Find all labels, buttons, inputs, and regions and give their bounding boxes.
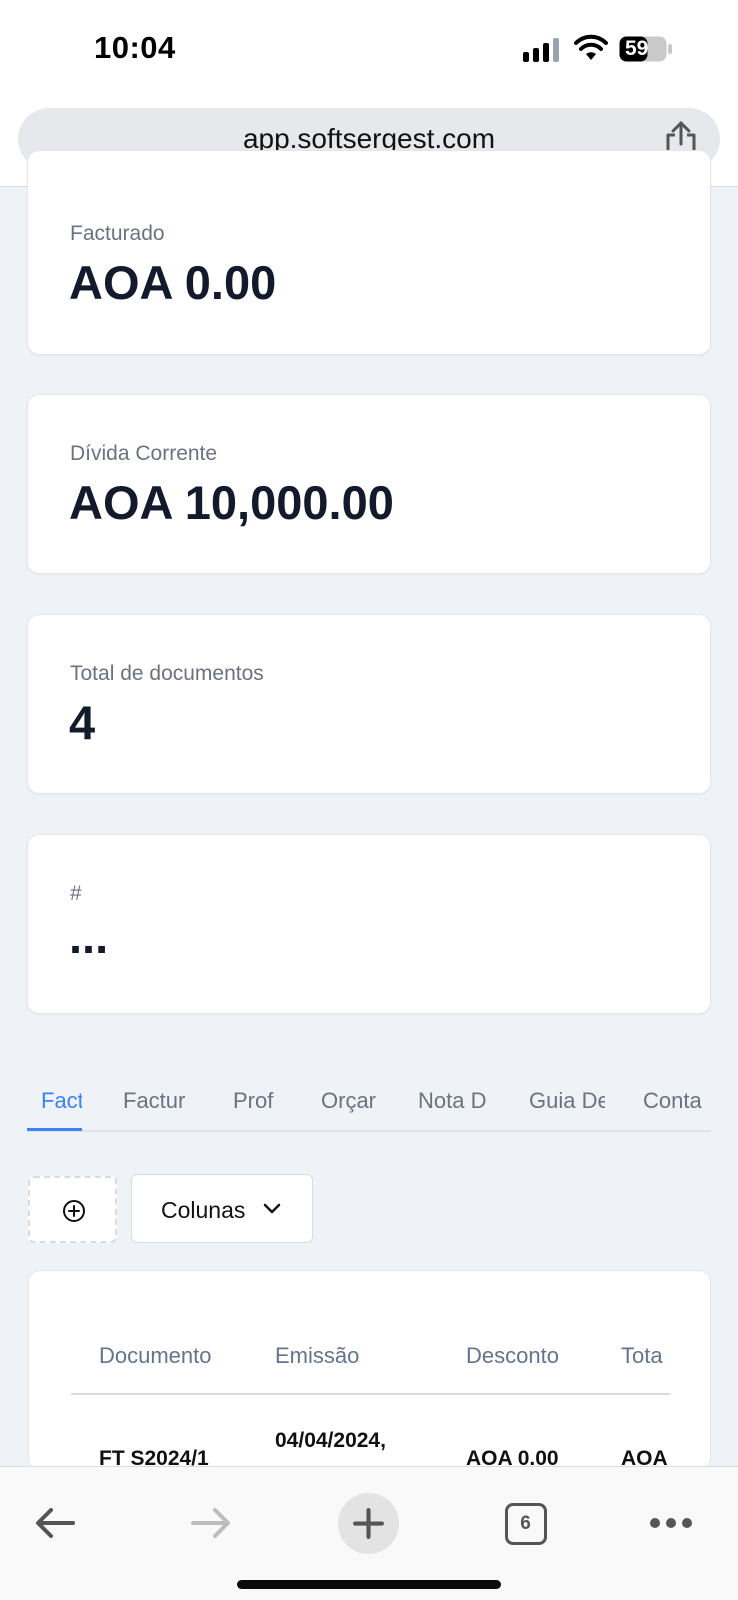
tab-orcamento[interactable]: Orçar bbox=[321, 1088, 383, 1114]
tab-facturas[interactable]: Fact bbox=[41, 1088, 82, 1114]
add-filter-button[interactable] bbox=[28, 1176, 117, 1243]
columns-dropdown[interactable]: Colunas bbox=[131, 1174, 313, 1243]
battery-icon: 59 bbox=[619, 36, 673, 62]
col-header-total[interactable]: Tota bbox=[621, 1343, 663, 1369]
wifi-icon bbox=[574, 34, 608, 60]
battery-level: 59 bbox=[625, 37, 649, 60]
stat-label: Facturado bbox=[70, 222, 165, 245]
active-tab-indicator bbox=[27, 1128, 82, 1131]
stat-value: AOA 10,000.00 bbox=[69, 476, 394, 529]
forward-arrow-icon[interactable] bbox=[189, 1505, 233, 1541]
columns-label: Colunas bbox=[161, 1197, 246, 1223]
cell-emissao: 04/04/2024, bbox=[275, 1429, 386, 1452]
plus-circle-icon bbox=[63, 1200, 85, 1222]
stat-label: # bbox=[70, 882, 82, 905]
stat-card-total-documentos: Total de documentos 4 bbox=[27, 614, 711, 794]
tab-conta[interactable]: Conta bbox=[643, 1088, 711, 1114]
cellular-signal-icon bbox=[523, 38, 559, 62]
col-header-documento[interactable]: Documento bbox=[99, 1343, 212, 1369]
stat-label: Total de documentos bbox=[70, 662, 264, 685]
table-header-divider bbox=[71, 1393, 670, 1395]
tab-proforma[interactable]: Prof bbox=[233, 1088, 281, 1114]
stat-value: 4 bbox=[69, 696, 96, 749]
documents-table: Documento Emissão Desconto Tota FT S2024… bbox=[28, 1270, 711, 1470]
tab-count: 6 bbox=[520, 1513, 531, 1534]
stat-value: AOA 0.00 bbox=[69, 256, 277, 309]
plus-icon bbox=[353, 1508, 384, 1539]
stat-value: ... bbox=[69, 910, 109, 963]
stat-label: Dívida Corrente bbox=[70, 442, 218, 465]
stat-card-hash: # ... bbox=[27, 834, 711, 1014]
tab-factura-recibo[interactable]: Factur bbox=[123, 1088, 193, 1114]
stat-card-divida-corrente: Dívida Corrente AOA 10,000.00 bbox=[27, 394, 711, 574]
tab-guia-devolucao[interactable]: Guia De bbox=[529, 1088, 605, 1114]
stat-card-facturado: Facturado AOA 0.00 bbox=[27, 150, 711, 355]
chevron-down-icon bbox=[263, 1203, 281, 1214]
home-indicator bbox=[237, 1580, 501, 1589]
back-arrow-icon[interactable] bbox=[33, 1505, 77, 1541]
col-header-emissao[interactable]: Emissão bbox=[275, 1343, 359, 1369]
status-time: 10:04 bbox=[94, 30, 176, 65]
tab-nota-debito[interactable]: Nota D bbox=[418, 1088, 490, 1114]
more-options-icon[interactable] bbox=[649, 1517, 693, 1529]
tabs-button[interactable]: 6 bbox=[505, 1503, 547, 1545]
document-tabs: Fact Factur Prof Orçar Nota D Guia De Co… bbox=[27, 1078, 711, 1132]
col-header-desconto[interactable]: Desconto bbox=[466, 1343, 559, 1369]
new-tab-button[interactable] bbox=[338, 1493, 399, 1554]
